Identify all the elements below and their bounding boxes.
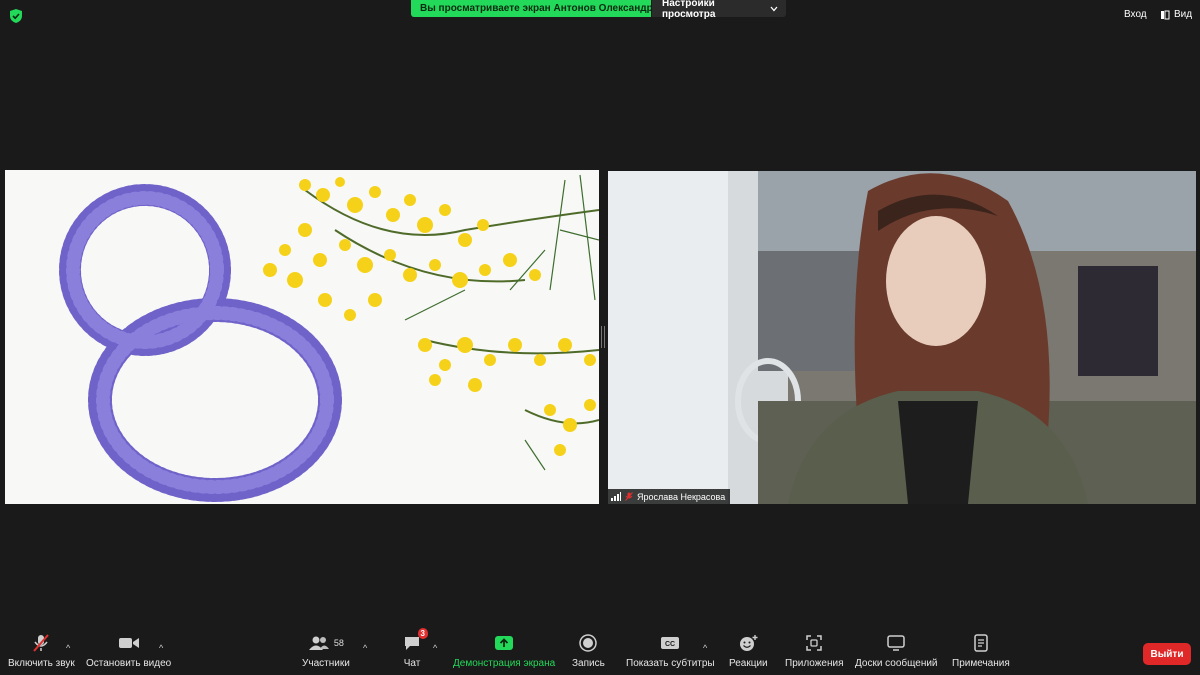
security-shield-icon[interactable]	[8, 8, 24, 24]
share-screen-label: Демонстрация экрана	[453, 658, 556, 669]
unmute-label: Включить звук	[8, 658, 75, 669]
apps-button[interactable]: Приложения	[785, 630, 844, 675]
notes-button[interactable]: Примечания	[952, 630, 1010, 675]
shared-screen-image	[5, 170, 599, 504]
meeting-toolbar: Включить звук ^ Остановить видео ^ 58 Уч…	[0, 628, 1200, 675]
tile-splitter-handle[interactable]	[601, 326, 605, 348]
audio-options-caret[interactable]: ^	[66, 643, 70, 653]
chat-options-caret[interactable]: ^	[433, 643, 437, 653]
chat-unread-badge: 3	[417, 628, 428, 639]
participants-label: Участники	[302, 658, 350, 669]
chat-button[interactable]: 3 Чат	[403, 628, 428, 675]
stop-video-label: Остановить видео	[86, 658, 172, 669]
share-screen-button[interactable]: Демонстрация экрана	[453, 630, 555, 675]
muted-mic-icon	[625, 492, 633, 501]
participants-icon	[308, 636, 329, 650]
reactions-button[interactable]: Реакции	[729, 630, 768, 675]
captions-label: Показать субтитры	[626, 658, 715, 669]
record-label: Запись	[572, 658, 605, 669]
view-layout-icon	[1161, 10, 1170, 19]
captions-options-caret[interactable]: ^	[703, 643, 707, 653]
sign-in-label: Вход	[1124, 9, 1147, 20]
captions-button[interactable]: CC Показать субтитры	[626, 630, 715, 675]
signal-strength-icon	[611, 492, 621, 501]
notes-icon	[974, 634, 988, 652]
participant-name-tag: Ярослава Некрасова	[608, 489, 731, 504]
participant-video-tile[interactable]: Ярослава Некрасова	[608, 171, 1196, 504]
participants-options-caret[interactable]: ^	[363, 643, 367, 653]
view-button[interactable]: Вид	[1160, 9, 1192, 20]
whiteboard-icon	[887, 635, 906, 651]
view-label: Вид	[1174, 9, 1193, 20]
sign-in-button[interactable]: Вход	[1124, 9, 1147, 20]
view-options-dropdown[interactable]: Настройки просмотра	[652, 0, 786, 20]
view-options-label: Настройки просмотра	[662, 0, 716, 20]
share-screen-icon	[495, 636, 514, 650]
video-camera-icon	[118, 638, 139, 648]
svg-text:CC: CC	[665, 641, 675, 648]
participant-video-frame	[608, 171, 1196, 504]
record-button[interactable]: Запись	[572, 630, 605, 675]
muted-microphone-icon	[33, 634, 50, 652]
participant-name: Ярослава Некрасова	[637, 491, 726, 502]
apps-icon	[806, 635, 822, 651]
notes-label: Примечания	[952, 658, 1010, 669]
shared-screen	[5, 170, 599, 504]
share-banner-text: Вы просматриваете экран Антонов Олександ…	[420, 3, 651, 14]
unmute-button[interactable]: Включить звук	[8, 630, 75, 675]
reactions-label: Реакции	[729, 658, 768, 669]
participants-button[interactable]: 58 Участники	[302, 630, 350, 675]
whiteboards-button[interactable]: Доски сообщений	[855, 630, 938, 675]
screen-share-banner: Вы просматриваете экран Антонов Олександ…	[411, 0, 651, 17]
apps-label: Приложения	[785, 658, 844, 669]
participants-count: 58	[333, 638, 344, 648]
chat-label: Чат	[403, 658, 421, 669]
video-options-caret[interactable]: ^	[159, 643, 163, 653]
closed-captions-icon: CC	[661, 637, 680, 649]
whiteboards-label: Доски сообщений	[855, 658, 938, 669]
leave-meeting-button[interactable]: Выйти	[1143, 643, 1191, 665]
chevron-down-icon	[770, 6, 778, 11]
chat-bubble-icon	[405, 637, 419, 650]
smiley-plus-icon	[740, 635, 758, 651]
record-icon	[579, 634, 598, 652]
